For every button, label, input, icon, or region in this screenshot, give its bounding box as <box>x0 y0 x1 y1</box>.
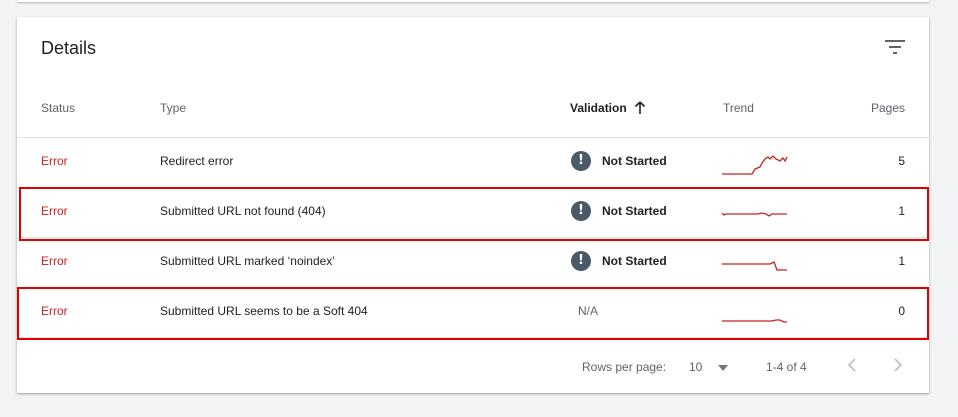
pagination-range: 1-4 of 4 <box>766 360 807 374</box>
validation-cell: Not Started <box>602 154 667 168</box>
column-header-trend: Trend <box>723 101 754 115</box>
validation-cell: Not Started <box>602 254 667 268</box>
dropdown-arrow-icon[interactable] <box>717 364 729 372</box>
column-header-validation[interactable]: Validation <box>570 101 627 115</box>
type-cell: Redirect error <box>160 154 234 168</box>
previous-card-edge <box>17 0 929 2</box>
pages-cell: 1 <box>898 254 905 268</box>
status-cell: Error <box>41 254 68 268</box>
column-header-type[interactable]: Type <box>160 101 186 115</box>
status-cell: Error <box>41 154 68 168</box>
rows-per-page-label: Rows per page: <box>582 360 667 374</box>
table-row[interactable]: Error Redirect error ! Not Started 5 <box>17 138 929 188</box>
exclamation-icon: ! <box>571 251 591 271</box>
filter-icon[interactable] <box>884 39 906 55</box>
card-title: Details <box>41 38 97 58</box>
exclamation-icon: ! <box>571 151 591 171</box>
pages-cell: 5 <box>898 154 905 168</box>
trend-sparkline <box>722 155 788 175</box>
chevron-left-icon[interactable] <box>843 355 863 375</box>
type-cell: Submitted URL marked ‘noindex’ <box>160 254 335 268</box>
rows-per-page-select[interactable]: 10 <box>689 360 702 374</box>
table-row[interactable]: Error Submitted URL marked ‘noindex’ ! N… <box>17 238 929 288</box>
column-header-status[interactable]: Status <box>41 101 75 115</box>
trend-sparkline <box>722 261 787 271</box>
column-header-pages[interactable]: Pages <box>871 101 905 115</box>
highlight-box <box>17 287 929 340</box>
chevron-right-icon[interactable] <box>887 355 907 375</box>
highlight-box <box>19 187 929 241</box>
sort-arrow-up-icon[interactable] <box>634 101 646 115</box>
